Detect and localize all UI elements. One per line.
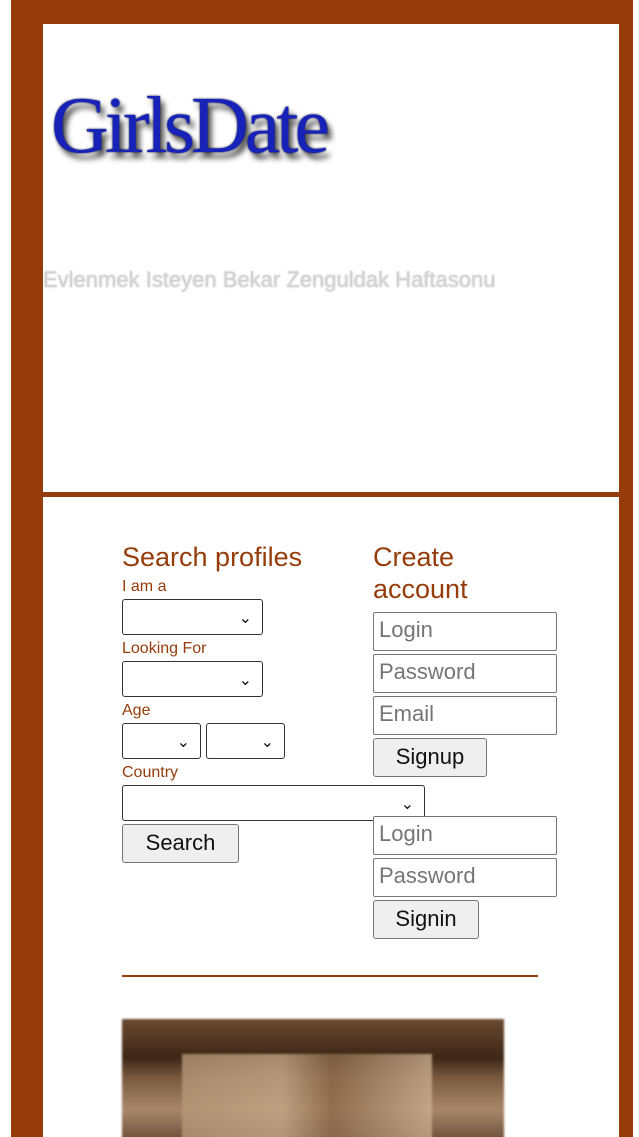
chevron-down-icon: ⌄ <box>238 672 252 689</box>
search-button[interactable]: Search <box>122 824 239 863</box>
signin-login-input[interactable]: Login <box>373 816 557 855</box>
country-label: Country <box>122 764 179 781</box>
site-header: GirlsDate Evlenmek Isteyen Bekar Zenguld… <box>43 24 619 492</box>
site-tagline: Evlenmek Isteyen Bekar Zenguldak Haftaso… <box>43 267 496 292</box>
chevron-down-icon: ⌄ <box>176 734 190 751</box>
signup-password-input[interactable]: Password <box>373 654 557 693</box>
iam-select[interactable]: ⌄ <box>122 599 263 635</box>
search-title: Search profiles <box>122 542 303 572</box>
age-max-select[interactable]: ⌄ <box>206 723 285 759</box>
signin-password-input[interactable]: Password <box>373 858 557 897</box>
signin-button[interactable]: Signin <box>373 900 479 939</box>
profile-photo-detail <box>182 1054 432 1137</box>
age-label: Age <box>122 702 151 719</box>
looking-for-select[interactable]: ⌄ <box>122 661 263 697</box>
main-content: Search profiles I am a ⌄ Looking For ⌄ A… <box>43 497 619 1137</box>
iam-label: I am a <box>122 578 167 595</box>
site-logo[interactable]: GirlsDate <box>51 86 330 166</box>
profile-photo[interactable] <box>122 1019 504 1137</box>
looking-for-label: Looking For <box>122 640 207 657</box>
signup-button[interactable]: Signup <box>373 738 487 777</box>
signup-email-input[interactable]: Email <box>373 696 557 735</box>
chevron-down-icon: ⌄ <box>260 734 274 751</box>
chevron-down-icon: ⌄ <box>400 796 414 813</box>
signup-title: Create account <box>373 542 468 604</box>
section-divider <box>122 975 538 977</box>
chevron-down-icon: ⌄ <box>238 610 252 627</box>
age-min-select[interactable]: ⌄ <box>122 723 201 759</box>
signup-login-input[interactable]: Login <box>373 612 557 651</box>
